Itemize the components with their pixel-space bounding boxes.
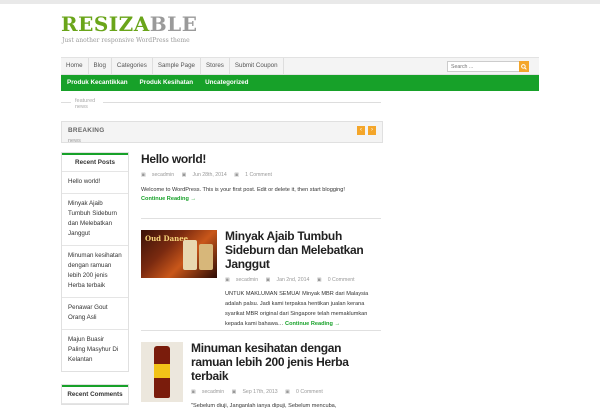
calendar-icon: ▣ bbox=[181, 172, 187, 178]
post-date: Sep 17th, 2013 bbox=[242, 389, 278, 395]
divider bbox=[103, 102, 381, 103]
calendar-icon: ▣ bbox=[265, 277, 271, 283]
post-meta: ▣ secadmin ▣ Jan 2nd, 2014 ▣ 0 Comment bbox=[225, 277, 381, 283]
post-author[interactable]: secadmin bbox=[152, 172, 174, 178]
post-date: Jan 2nd, 2014 bbox=[276, 277, 310, 283]
comment-icon: ▣ bbox=[234, 172, 240, 178]
search-box bbox=[447, 61, 529, 72]
featured-label-line2: news bbox=[75, 104, 88, 110]
breaking-sub-label: news bbox=[68, 138, 81, 143]
chevron-right-icon: › bbox=[371, 127, 373, 133]
breaking-next-button[interactable]: › bbox=[368, 126, 376, 135]
search-button[interactable] bbox=[519, 61, 529, 72]
recent-posts-title: Recent Posts bbox=[62, 153, 128, 172]
post-title-link[interactable]: Hello world! bbox=[141, 152, 381, 166]
recent-comments-title: Recent Comments bbox=[62, 385, 128, 404]
calendar-icon: ▣ bbox=[231, 389, 237, 395]
post-article: Hello world! ▣ secadmin ▣ Jun 28th, 2014 ▣… bbox=[141, 152, 381, 218]
category-navigation: Produk Kecantikkan Produk Kesihatan Unca… bbox=[61, 75, 539, 91]
author-icon: ▣ bbox=[225, 277, 230, 283]
nav-item-stores[interactable]: Stores bbox=[201, 58, 230, 74]
post-article: Minuman kesihatan dengan ramuan lebih 20… bbox=[141, 331, 381, 409]
main-navigation: Home Blog Categories Sample Page Stores … bbox=[61, 57, 539, 75]
product-box bbox=[199, 244, 213, 270]
post-excerpt: UNTUK MAKLUMAN SEMUA! Minyak MBR dari Ma… bbox=[225, 289, 381, 329]
post-author[interactable]: secadmin bbox=[202, 389, 224, 395]
post-thumbnail[interactable]: Oud Danee bbox=[141, 230, 217, 278]
post-title-link[interactable]: Minuman kesihatan dengan ramuan lebih 20… bbox=[191, 341, 381, 383]
post-meta: ▣ secadmin ▣ Sep 17th, 2013 ▣ 0 Comment bbox=[191, 389, 381, 395]
featured-label: featured news bbox=[75, 98, 95, 110]
post-thumbnail[interactable] bbox=[141, 342, 183, 402]
nav-item-submit-coupon[interactable]: Submit Coupon bbox=[230, 58, 284, 74]
divider bbox=[61, 102, 71, 103]
nav-item-sample-page[interactable]: Sample Page bbox=[153, 58, 201, 74]
post-comments-link[interactable]: 1 Comment bbox=[245, 172, 272, 178]
logo-part-2: BLE bbox=[149, 12, 198, 36]
recent-post-link[interactable]: Majun Buasir Paling Masyhur Di Kelantan bbox=[62, 330, 128, 371]
comment-icon: ▣ bbox=[285, 389, 291, 395]
recent-post-link[interactable]: Hello world! bbox=[62, 172, 128, 194]
site-tagline: Just another responsive WordPress theme bbox=[62, 37, 190, 44]
top-strip bbox=[0, 0, 600, 4]
recent-post-link[interactable]: Minuman kesihatan dengan ramuan lebih 20… bbox=[62, 246, 128, 298]
chevron-left-icon: ‹ bbox=[360, 127, 362, 133]
author-icon: ▣ bbox=[191, 389, 196, 395]
category-uncategorized[interactable]: Uncategorized bbox=[199, 75, 254, 91]
post-title-link[interactable]: Minyak Ajaib Tumbuh Sideburn dan Melebat… bbox=[225, 229, 381, 271]
category-produk-kesihatan[interactable]: Produk Kesihatan bbox=[134, 75, 200, 91]
post-meta: ▣ secadmin ▣ Jun 28th, 2014 ▣ 1 Comment bbox=[141, 172, 381, 178]
recent-post-link[interactable]: Minyak Ajaib Tumbuh Sideburn dan Melebat… bbox=[62, 194, 128, 246]
logo-part-1: RESIZA bbox=[61, 12, 150, 36]
post-date: Jun 28th, 2014 bbox=[192, 172, 227, 178]
breaking-label: BREAKING bbox=[68, 127, 105, 134]
author-icon: ▣ bbox=[141, 172, 146, 178]
post-excerpt: Welcome to WordPress. This is your first… bbox=[141, 187, 345, 193]
category-produk-kecantikkan[interactable]: Produk Kecantikkan bbox=[61, 75, 134, 91]
sidebar: Recent Posts Hello world! Minyak Ajaib T… bbox=[61, 152, 129, 405]
search-icon bbox=[521, 63, 527, 70]
continue-reading-link[interactable]: Continue Reading → bbox=[141, 196, 381, 202]
search-input[interactable] bbox=[448, 62, 515, 71]
recent-posts-widget: Recent Posts Hello world! Minyak Ajaib T… bbox=[61, 152, 129, 372]
continue-reading-link[interactable]: Continue Reading → bbox=[285, 321, 340, 327]
thumbnail-caption: Oud Danee bbox=[145, 234, 189, 243]
product-bottle bbox=[183, 240, 197, 270]
comment-icon: ▣ bbox=[316, 277, 322, 283]
recent-comments-widget: Recent Comments bbox=[61, 384, 129, 405]
post-author[interactable]: secadmin bbox=[236, 277, 258, 283]
post-excerpt: "Sebelum diuji, Janganlah ianya dipuji, … bbox=[191, 403, 337, 409]
breaking-prev-button[interactable]: ‹ bbox=[357, 126, 365, 135]
post-list: Hello world! ▣ secadmin ▣ Jun 28th, 2014 ▣… bbox=[141, 152, 381, 409]
featured-news-header: featured news bbox=[61, 96, 381, 116]
nav-item-categories[interactable]: Categories bbox=[112, 58, 153, 74]
post-comments-link[interactable]: 0 Comment bbox=[328, 277, 355, 283]
nav-item-blog[interactable]: Blog bbox=[89, 58, 112, 74]
breaking-news-bar: BREAKING news ‹ › bbox=[61, 121, 383, 143]
nav-item-home[interactable]: Home bbox=[61, 58, 89, 74]
site-logo[interactable]: RESIZABLE bbox=[61, 12, 198, 36]
post-comments-link[interactable]: 0 Comment bbox=[296, 389, 323, 395]
post-article: Oud Danee Minyak Ajaib Tumbuh Sideburn d… bbox=[141, 219, 381, 330]
recent-post-link[interactable]: Penawar Gout Orang Asli bbox=[62, 298, 128, 330]
product-label bbox=[154, 364, 170, 378]
